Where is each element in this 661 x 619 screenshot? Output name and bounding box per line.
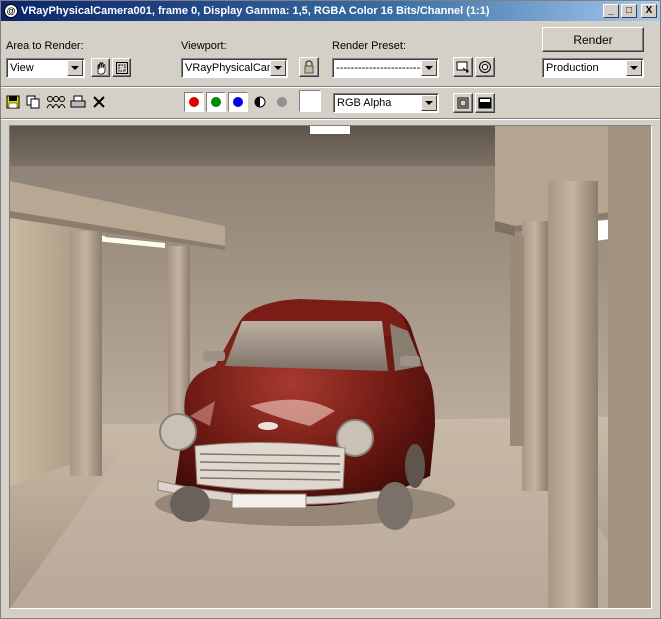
display-mode-alt-icon: [478, 97, 492, 109]
area-to-render-label: Area to Render:: [6, 40, 84, 52]
alpha-half-circle-icon: [254, 96, 266, 108]
blue-channel-toggle[interactable]: [228, 92, 248, 112]
production-select[interactable]: Production: [542, 58, 644, 78]
render-button-label: Render: [573, 32, 613, 47]
lock-icon: [304, 60, 314, 74]
green-dot-icon: [211, 97, 221, 107]
clear-image-button[interactable]: [91, 94, 107, 110]
copy-icon: [26, 95, 40, 109]
channel-display-select[interactable]: RGB Alpha: [333, 93, 439, 113]
save-icon: [6, 95, 20, 109]
maximize-button[interactable]: □: [621, 4, 637, 18]
app-icon[interactable]: @: [4, 4, 18, 18]
print-icon: [70, 95, 86, 108]
save-image-button[interactable]: [5, 94, 21, 110]
title-bar[interactable]: @ VRayPhysicalCamera001, frame 0, Displa…: [1, 1, 660, 21]
area-to-render-value: View: [10, 62, 34, 74]
close-button[interactable]: X: [641, 4, 657, 18]
render-preset-label: Render Preset:: [332, 40, 406, 52]
clone-frame-button[interactable]: [45, 94, 67, 110]
render-preset-value: ------------------------: [336, 62, 421, 74]
display-mode-icon: [457, 97, 469, 109]
render-preset-select[interactable]: ------------------------: [332, 58, 439, 78]
clone-icon: [46, 96, 66, 109]
clear-icon: [93, 96, 105, 108]
viewport-separator: [1, 118, 660, 120]
production-value: Production: [546, 62, 599, 74]
environment-effects-button[interactable]: [475, 57, 495, 77]
monochrome-toggle[interactable]: [274, 94, 290, 110]
preset-load-icon: [456, 61, 469, 73]
chevron-down-icon[interactable]: [626, 60, 642, 76]
chevron-down-icon[interactable]: [421, 60, 437, 76]
display-mode-alt-button[interactable]: [475, 93, 495, 113]
environment-icon: [479, 61, 491, 73]
green-channel-toggle[interactable]: [206, 92, 226, 112]
toolbar-separator: [1, 86, 660, 88]
auto-region-button[interactable]: [112, 58, 131, 77]
minimize-button[interactable]: _: [603, 4, 619, 18]
region-select-icon: [97, 61, 105, 74]
display-mode-button[interactable]: [453, 93, 473, 113]
color-swatch[interactable]: [299, 90, 321, 112]
render-button[interactable]: Render: [542, 27, 644, 52]
monochrome-icon: [277, 97, 287, 107]
channel-display-value: RGB Alpha: [337, 97, 392, 109]
area-to-render-select[interactable]: View: [6, 58, 85, 78]
alpha-channel-toggle[interactable]: [252, 94, 268, 110]
print-image-button[interactable]: [69, 94, 87, 110]
rendered-image[interactable]: [9, 125, 652, 609]
chevron-down-icon[interactable]: [421, 95, 437, 111]
blue-dot-icon: [233, 97, 243, 107]
copy-image-button[interactable]: [25, 94, 41, 110]
render-frame-window: @ VRayPhysicalCamera001, frame 0, Displa…: [0, 0, 661, 619]
auto-region-icon: [115, 61, 128, 74]
viewport-label: Viewport:: [181, 40, 227, 52]
red-dot-icon: [189, 97, 199, 107]
red-channel-toggle[interactable]: [184, 92, 204, 112]
chevron-down-icon[interactable]: [67, 60, 83, 76]
render-setup-button[interactable]: [453, 57, 473, 77]
region-select-button[interactable]: [91, 58, 110, 77]
window-title: VRayPhysicalCamera001, frame 0, Display …: [21, 5, 490, 17]
lock-viewport-button[interactable]: [299, 57, 319, 77]
chevron-down-icon[interactable]: [270, 60, 286, 76]
garage-car-render: [10, 126, 651, 608]
viewport-select[interactable]: VRayPhysicalCame: [181, 58, 288, 78]
viewport-value: VRayPhysicalCame: [185, 62, 270, 74]
